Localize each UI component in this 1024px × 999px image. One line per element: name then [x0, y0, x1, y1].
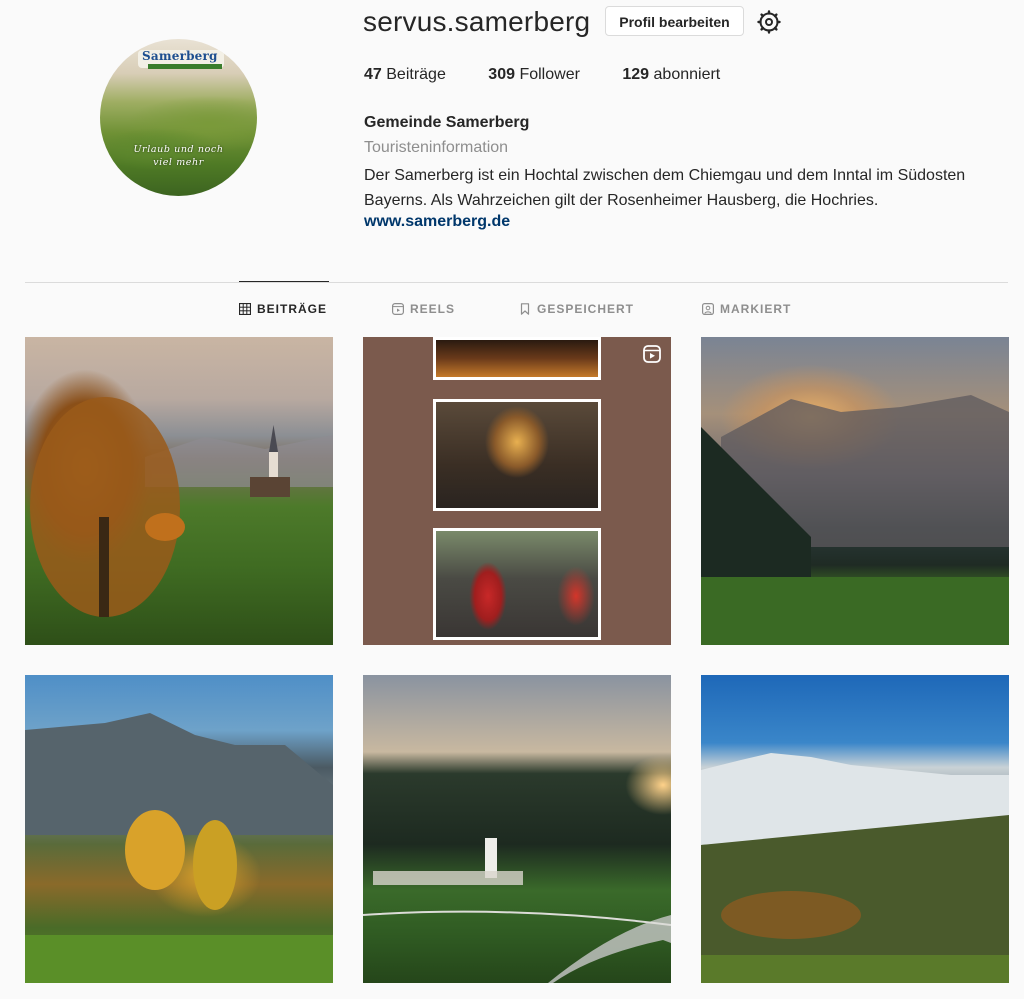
avatar-logo-text: Samerberg	[142, 49, 218, 63]
posts-stat: 47 Beiträge	[364, 66, 446, 83]
collage-photo-saint-nicholas	[433, 528, 601, 640]
tab-reels-label: REELS	[410, 302, 456, 316]
profile-stats: 47 Beiträge 309 Follower 129 abonniert	[364, 66, 758, 84]
avatar-logo-strip	[148, 64, 222, 69]
posts-count: 47	[364, 66, 382, 83]
post-tile[interactable]	[701, 337, 1009, 645]
post-tile[interactable]	[25, 337, 333, 645]
profile-category: Touristeninformation	[364, 139, 509, 156]
post-image-snowy-mountain-valley	[701, 753, 1009, 983]
tab-saved-label: GESPEICHERT	[537, 302, 635, 316]
avatar-tagline: Urlaub und noch viel mehr	[133, 144, 224, 168]
tab-posts-label: BEITRÄGE	[257, 302, 328, 316]
collage-photo-church-interior	[433, 399, 601, 511]
followers-count: 309	[488, 66, 515, 83]
profile-avatar[interactable]: Samerberg Urlaub und noch viel mehr	[100, 39, 257, 196]
posts-label: Beiträge	[386, 66, 446, 83]
following-label: abonniert	[653, 66, 721, 83]
tab-reels[interactable]: REELS	[392, 302, 455, 316]
tagged-icon	[702, 303, 714, 315]
grid-icon	[239, 303, 251, 315]
tab-tagged[interactable]: MARKIERT	[702, 302, 791, 316]
post-tile[interactable]	[25, 675, 333, 983]
settings-gear-icon[interactable]	[757, 10, 781, 34]
following-count: 129	[622, 66, 650, 83]
edit-profile-button[interactable]: Profil bearbeiten	[605, 6, 744, 36]
tab-tagged-label: MARKIERT	[720, 302, 792, 316]
profile-username: servus.samerberg	[363, 6, 591, 37]
reel-badge-icon	[643, 345, 661, 363]
tabs-divider	[25, 282, 1008, 283]
profile-website-link[interactable]: www.samerberg.de	[364, 213, 510, 231]
post-tile-reel[interactable]	[363, 337, 671, 645]
followers-stat[interactable]: 309 Follower	[488, 66, 580, 83]
active-tab-indicator	[239, 281, 329, 282]
collage-photo-market	[433, 337, 601, 380]
tab-posts[interactable]: BEITRÄGE	[239, 302, 327, 316]
tab-saved[interactable]: GESPEICHERT	[519, 302, 634, 316]
following-stat[interactable]: 129 abonniert	[622, 66, 720, 83]
post-image-tree-church	[30, 397, 333, 617]
post-tile[interactable]	[363, 675, 671, 983]
reels-icon	[392, 303, 404, 315]
profile-bio: Der Samerberg ist ein Hochtal zwischen d…	[364, 167, 966, 209]
post-image-mountain-sunrise	[701, 395, 1009, 645]
bookmark-icon	[520, 303, 530, 315]
post-tile[interactable]	[701, 675, 1009, 983]
post-image-village-church-road	[363, 838, 671, 983]
post-image-mountain-autumn-forest	[25, 713, 333, 983]
followers-label: Follower	[519, 66, 580, 83]
profile-full-name: Gemeinde Samerberg	[364, 114, 530, 131]
